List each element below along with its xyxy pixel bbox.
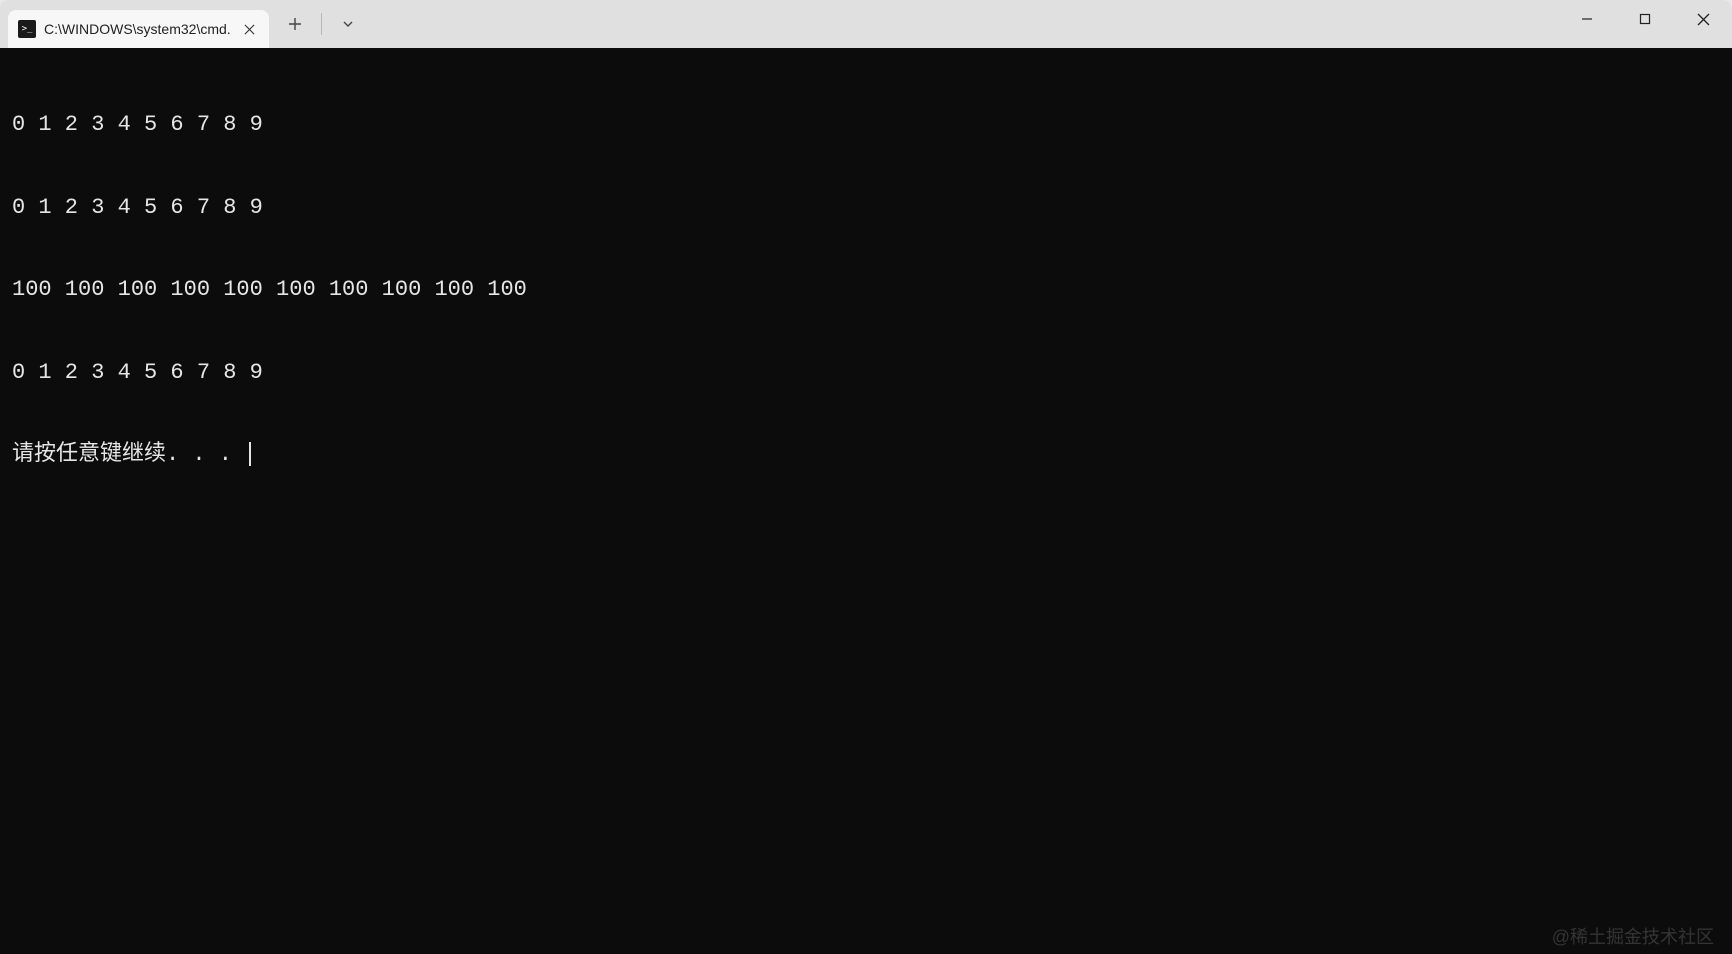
tab-cmd[interactable]: C:\WINDOWS\system32\cmd. — [8, 10, 269, 48]
cmd-icon — [18, 20, 36, 38]
titlebar[interactable]: C:\WINDOWS\system32\cmd. — [0, 0, 1732, 48]
tab-title: C:\WINDOWS\system32\cmd. — [44, 21, 231, 37]
terminal-line: 0 1 2 3 4 5 6 7 8 9 — [12, 194, 1720, 222]
chevron-down-icon — [342, 18, 354, 30]
minimize-button[interactable] — [1558, 0, 1616, 38]
close-icon — [1697, 13, 1710, 26]
tab-dropdown-button[interactable] — [330, 8, 366, 40]
terminal-window: C:\WINDOWS\system32\cmd. — [0, 0, 1732, 954]
divider — [321, 13, 322, 35]
tab-toolbar — [269, 0, 366, 48]
tabs-area: C:\WINDOWS\system32\cmd. — [8, 0, 366, 48]
plus-icon — [288, 17, 302, 31]
close-icon — [244, 24, 255, 35]
maximize-icon — [1639, 13, 1651, 25]
window-controls — [1558, 0, 1732, 48]
terminal-prompt-text: 请按任意键继续. . . — [12, 442, 245, 467]
minimize-icon — [1581, 13, 1593, 25]
maximize-button[interactable] — [1616, 0, 1674, 38]
terminal-line: 0 1 2 3 4 5 6 7 8 9 — [12, 359, 1720, 387]
watermark: @稀土掘金技术社区 — [1552, 926, 1714, 949]
close-window-button[interactable] — [1674, 0, 1732, 38]
tab-close-button[interactable] — [239, 18, 261, 40]
terminal-body[interactable]: 0 1 2 3 4 5 6 7 8 9 0 1 2 3 4 5 6 7 8 9 … — [0, 48, 1732, 954]
new-tab-button[interactable] — [277, 8, 313, 40]
terminal-prompt-line: 请按任意键继续. . . — [12, 441, 1720, 469]
cursor — [249, 442, 251, 466]
terminal-line: 0 1 2 3 4 5 6 7 8 9 — [12, 111, 1720, 139]
terminal-line: 100 100 100 100 100 100 100 100 100 100 — [12, 276, 1720, 304]
